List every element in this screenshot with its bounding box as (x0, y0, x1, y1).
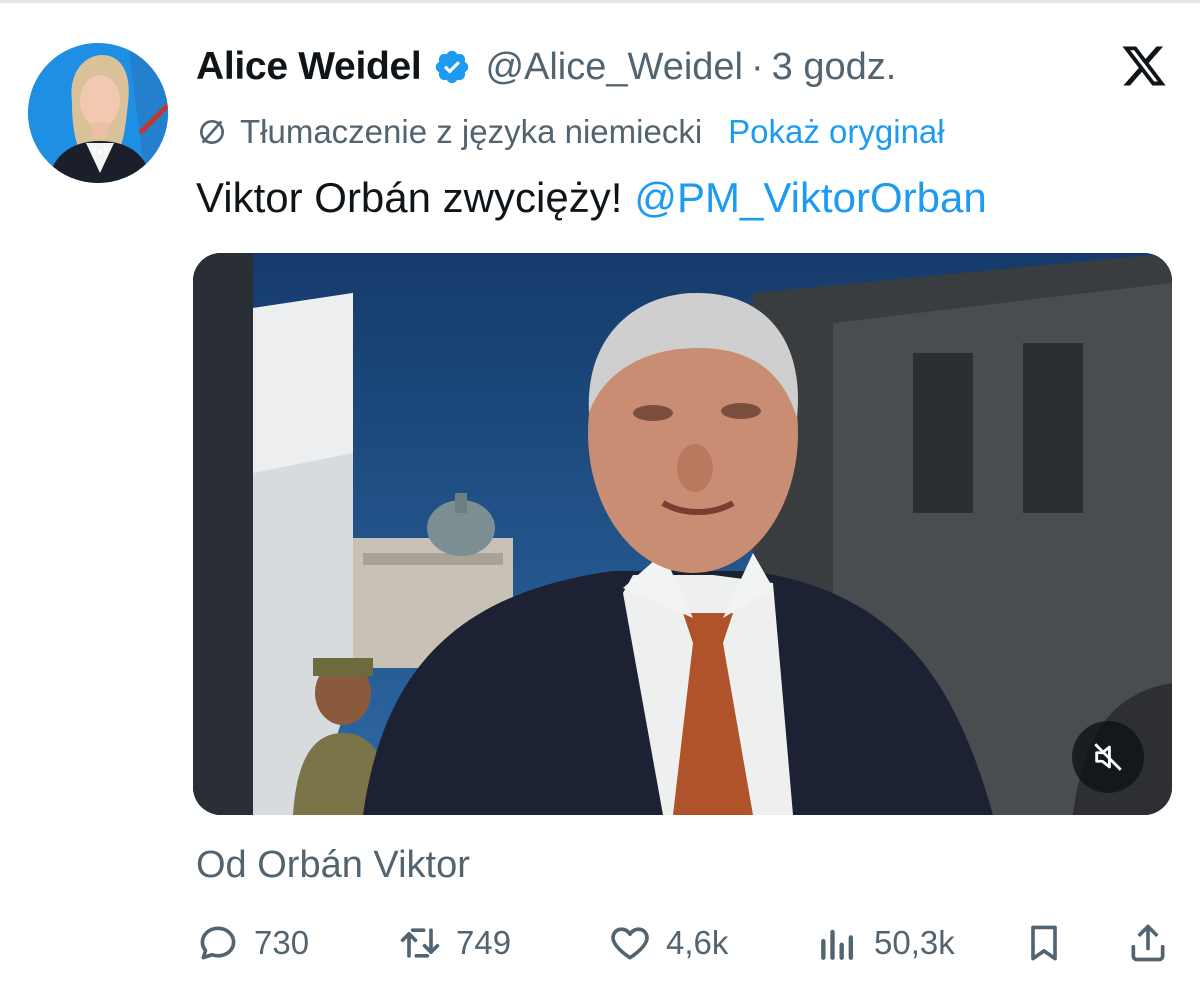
tweet-body: Viktor Orbán zwycięży! (196, 174, 623, 221)
verified-badge-icon (436, 50, 469, 84)
translate-icon (200, 120, 224, 144)
tweet-time[interactable]: 3 godz. (772, 46, 897, 89)
views-button[interactable]: 50,3k (816, 915, 955, 971)
reply-icon (200, 926, 236, 960)
video-thumbnail (193, 253, 1172, 815)
translation-note: Tłumaczenie z języka niemiecki (240, 113, 703, 150)
tweet-text: Viktor Orbán zwycięży! @PM_ViktorOrban (196, 170, 987, 226)
x-logo-icon (1122, 46, 1166, 86)
action-bar: 730 749 4,6k 50,3k (196, 915, 1176, 971)
author-avatar[interactable] (28, 43, 168, 183)
repost-button[interactable]: 749 (398, 915, 511, 971)
tweet-header: Alice Weidel @Alice_Weidel · 3 godz. (196, 40, 896, 94)
reply-button[interactable]: 730 (196, 915, 309, 971)
translation-row: Tłumaczenie z języka niemiecki Pokaż ory… (196, 109, 945, 155)
show-original-link[interactable]: Pokaż oryginał (728, 113, 944, 151)
mention-link[interactable]: @PM_ViktorOrban (634, 174, 986, 222)
share-icon (1131, 924, 1165, 962)
repost-count: 749 (456, 924, 512, 961)
reply-count: 730 (254, 924, 310, 961)
mute-icon (1094, 743, 1122, 771)
author-handle[interactable]: @Alice_Weidel (485, 46, 743, 89)
like-button[interactable]: 4,6k (608, 915, 728, 971)
like-icon (611, 927, 649, 960)
bookmark-icon (1031, 925, 1057, 961)
like-count: 4,6k (666, 924, 729, 961)
media-attribution[interactable]: Od Orbán Viktor (196, 838, 470, 892)
mute-button[interactable] (1072, 721, 1144, 793)
top-divider (0, 0, 1200, 3)
separator-dot: · (750, 45, 764, 88)
bookmark-button[interactable] (1022, 915, 1066, 971)
video-player[interactable] (193, 253, 1172, 815)
views-icon (821, 929, 854, 960)
views-count: 50,3k (874, 924, 955, 961)
author-name[interactable]: Alice Weidel (196, 45, 422, 89)
share-button[interactable] (1126, 915, 1170, 971)
repost-icon (400, 928, 440, 958)
